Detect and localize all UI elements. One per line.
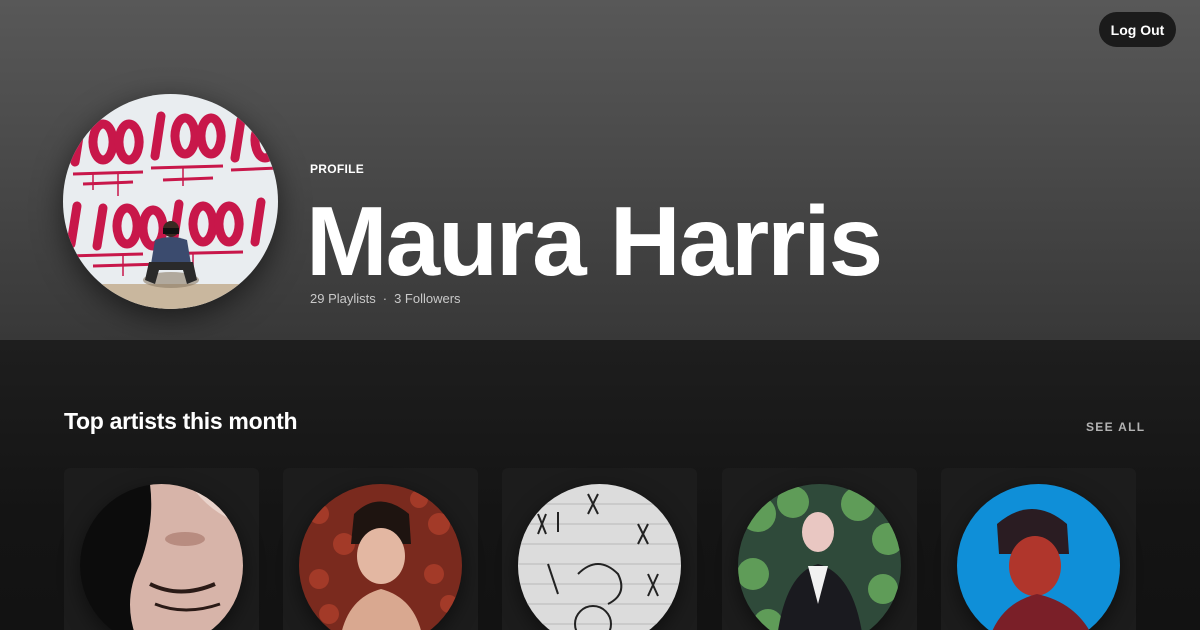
stats-separator: · [382, 291, 388, 306]
artist-image [518, 484, 681, 630]
artist-image [957, 484, 1120, 630]
profile-avatar [63, 94, 278, 309]
playlist-count[interactable]: 29 Playlists [310, 291, 376, 306]
section-title[interactable]: Top artists this month [64, 408, 298, 435]
artist-card[interactable] [502, 468, 697, 630]
artist-card[interactable] [283, 468, 478, 630]
profile-header: Log Out PROFILE Maura Harris 29 Playlist… [0, 0, 1200, 340]
artist-card[interactable] [722, 468, 917, 630]
top-artists-section: Top artists this month SEE ALL [0, 340, 1200, 630]
profile-name: Maura Harris [306, 186, 883, 296]
artist-image [738, 484, 901, 630]
artist-image [80, 484, 243, 630]
profile-stats: 29 Playlists · 3 Followers [310, 291, 461, 306]
artist-card[interactable] [64, 468, 259, 630]
artist-card[interactable] [941, 468, 1136, 630]
follower-count[interactable]: 3 Followers [394, 291, 460, 306]
profile-type-label: PROFILE [310, 162, 365, 176]
see-all-link[interactable]: SEE ALL [1086, 420, 1145, 434]
artist-image [299, 484, 462, 630]
logout-button[interactable]: Log Out [1099, 12, 1176, 47]
